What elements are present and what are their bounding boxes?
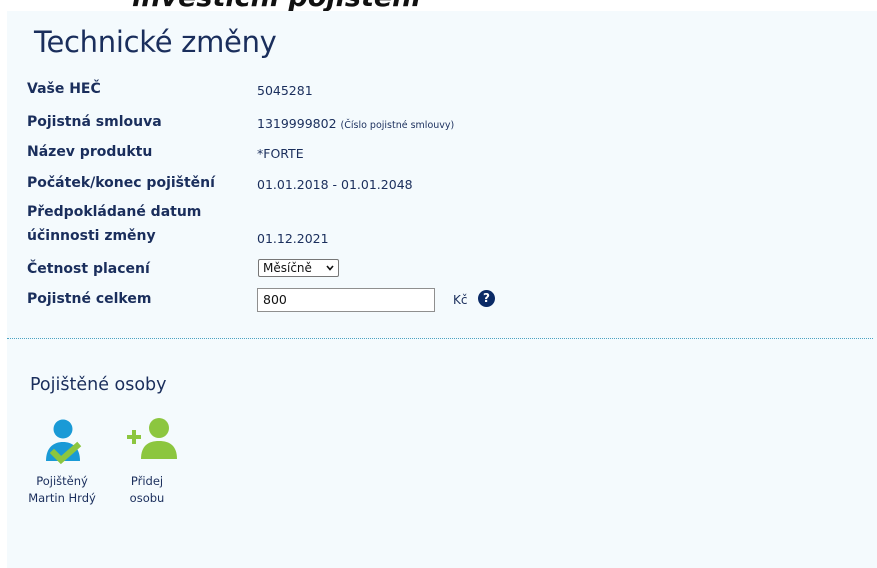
field-value-product: *FORTE xyxy=(257,146,304,161)
add-person-line2: osobu xyxy=(129,491,165,505)
field-label-hec: Vaše HEČ xyxy=(27,81,101,97)
insured-person-line1: Pojištěný xyxy=(36,474,88,488)
chevron-down-icon xyxy=(326,265,334,271)
insured-persons-title: Pojištěné osoby xyxy=(30,375,167,395)
field-label-payment-frequency: Četnost placení xyxy=(27,261,150,277)
payment-frequency-value: Měsíčně xyxy=(263,261,312,275)
payment-frequency-select[interactable]: Měsíčně xyxy=(258,259,339,277)
add-person-icon[interactable] xyxy=(125,417,177,461)
field-label-contract: Pojistná smlouva xyxy=(27,114,162,130)
field-value-hec: 5045281 xyxy=(257,83,313,98)
field-label-premium-total: Pojistné celkem xyxy=(27,291,152,307)
page-title: Technické změny xyxy=(34,25,277,59)
field-label-effective-date-line2: účinnosti změny xyxy=(27,228,156,244)
premium-total-input[interactable]: 800 xyxy=(257,288,435,312)
contract-number: 1319999802 xyxy=(257,116,337,131)
field-value-effective-date: 01.12.2021 xyxy=(257,231,329,246)
person-check-icon[interactable] xyxy=(44,419,82,469)
field-value-period: 01.01.2018 - 01.01.2048 xyxy=(257,177,413,192)
field-label-product: Název produktu xyxy=(27,144,153,160)
insured-person-name: Martin Hrdý xyxy=(28,491,96,505)
field-value-contract: 1319999802 (Číslo pojistné smlouvy) xyxy=(257,116,454,131)
contract-note: (Číslo pojistné smlouvy) xyxy=(340,120,455,131)
technical-changes-panel: Technické změny Vaše HEČ 5045281 Pojistn… xyxy=(7,11,877,568)
insured-person-caption[interactable]: Pojištěný Martin Hrdý xyxy=(22,473,102,507)
field-label-period: Počátek/konec pojištění xyxy=(27,175,215,191)
section-divider xyxy=(7,338,873,339)
help-icon[interactable]: ? xyxy=(478,290,495,307)
currency-unit: Kč xyxy=(453,293,468,307)
add-person-line1: Přidej xyxy=(130,474,164,488)
add-person-caption[interactable]: Přidej osobu xyxy=(117,473,177,507)
field-label-effective-date-line1: Předpokládané datum xyxy=(27,204,202,220)
